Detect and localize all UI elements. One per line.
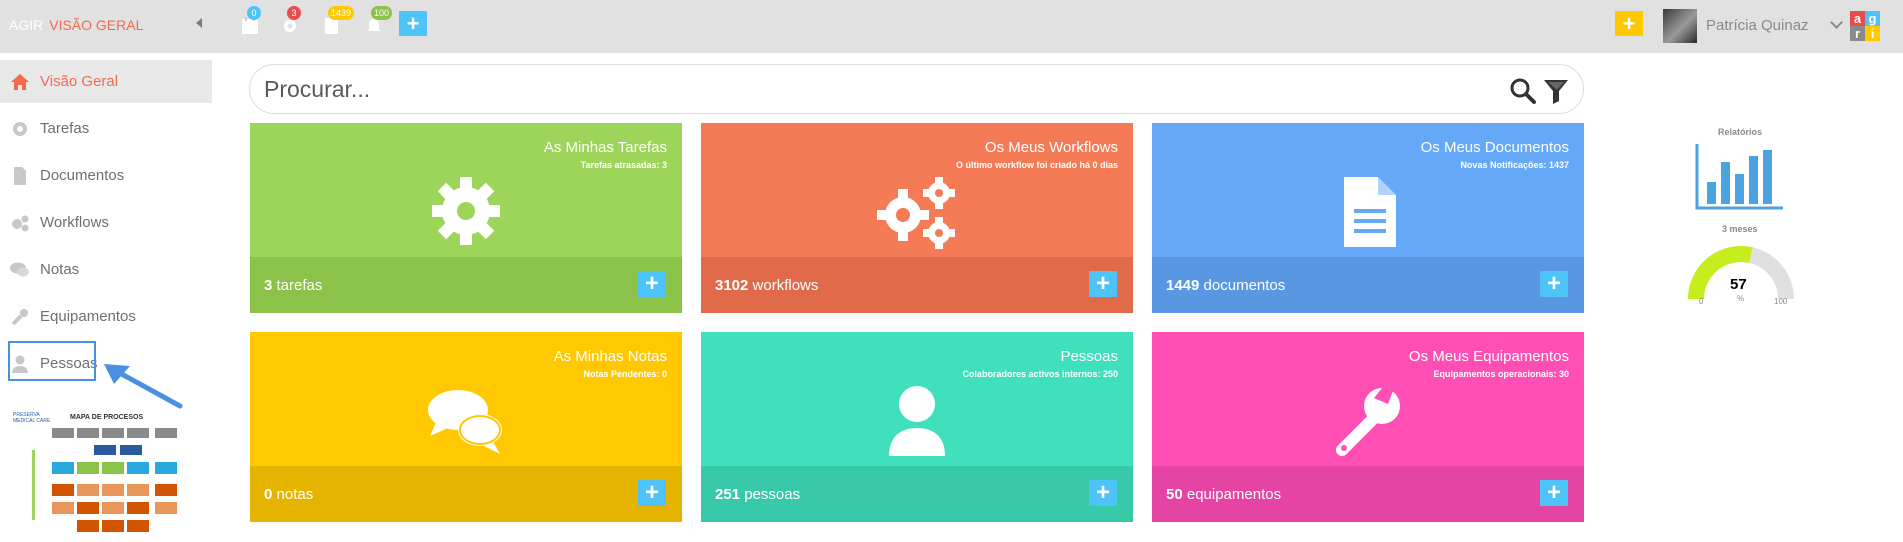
documents-badge: 1439 [328, 6, 355, 20]
gauge-value: 57 [1730, 276, 1747, 293]
tile-count: 0 notas [264, 486, 314, 503]
app-logo: a g r i [1847, 8, 1891, 44]
tile-header: As Minhas Tarefas Tarefas atrasadas: 3 [250, 123, 682, 257]
tile-count: 251 pessoas [715, 486, 801, 503]
tile-header: As Minhas Notas Notas Pendentes: 0 [250, 332, 682, 466]
tile-subtitle: Tarefas atrasadas: 3 [580, 160, 667, 170]
tile-title: Os Meus Equipamentos [1408, 348, 1569, 365]
add-tarefa-button[interactable]: + [638, 271, 666, 297]
search-icon[interactable] [1509, 77, 1537, 105]
gear-icon [13, 122, 27, 136]
tile-title: Os Meus Workflows [984, 139, 1118, 156]
tile-count: 3 tarefas [264, 277, 323, 294]
document-icon [14, 167, 26, 185]
reports-chart-icon[interactable] [1695, 142, 1785, 212]
tile-header: Os Meus Documentos Novas Notificações: 1… [1152, 123, 1584, 257]
add-nota-button[interactable]: + [638, 480, 666, 506]
tile-notas[interactable]: As Minhas Notas Notas Pendentes: 0 0 not… [250, 332, 682, 522]
wrench-icon [1336, 388, 1400, 456]
map-title: MAPA DE PROCESOS [70, 414, 144, 421]
tile-pessoas[interactable]: Pessoas Colaboradores activos internos: … [701, 332, 1133, 522]
chevron-down-icon[interactable] [1830, 16, 1843, 29]
top-bar: AGIR VISÃO GERAL 0 3 1439 100 + + Patríci… [0, 0, 1903, 53]
notifications-button[interactable]: 100 [363, 6, 393, 36]
sidebar-item-notas[interactable]: Notas [0, 248, 212, 291]
sidebar-item-tarefas[interactable]: Tarefas [0, 107, 212, 150]
add-button[interactable]: + [1615, 11, 1643, 36]
sidebar-item-equipamentos[interactable]: Equipamentos [0, 295, 212, 338]
gauge-unit: % [1737, 294, 1745, 303]
user-icon [889, 386, 945, 456]
documents-button[interactable]: 1439 [320, 6, 355, 36]
filter-icon[interactable] [1542, 77, 1570, 105]
period-label: 3 meses [1722, 224, 1758, 234]
tile-subtitle: Equipamentos operacionais: 30 [1433, 369, 1569, 379]
tile-header: Os Meus Equipamentos Equipamentos operac… [1152, 332, 1584, 466]
add-pessoa-button[interactable]: + [1089, 480, 1117, 506]
tile-count: 1449 documentos [1166, 277, 1286, 294]
tile-subtitle: O último workflow foi criado há 0 dias [955, 160, 1118, 170]
tile-title: As Minhas Tarefas [543, 139, 667, 156]
tile-title: As Minhas Notas [553, 348, 667, 365]
avatar[interactable] [1663, 9, 1697, 43]
quick-add-button[interactable]: + [399, 11, 427, 36]
gauge-min: 0 [1699, 297, 1704, 306]
tile-title: Os Meus Documentos [1420, 139, 1569, 156]
wrench-icon [11, 309, 28, 326]
tile-footer: 3 tarefas + [250, 257, 682, 313]
section-title: VISÃO GERAL [49, 17, 144, 33]
gears-icon [12, 215, 29, 232]
user-name[interactable]: Patrícia Quinaz [1706, 17, 1809, 34]
brand[interactable]: AGIR VISÃO GERAL [9, 17, 143, 33]
pointer-arrow-icon [104, 364, 183, 409]
tile-footer: 251 pessoas + [701, 466, 1133, 522]
calendar-button[interactable]: 0 [239, 6, 261, 36]
gauge-max: 100 [1774, 297, 1788, 306]
document-icon [1344, 177, 1396, 247]
highlight-box [8, 341, 96, 381]
search-input[interactable] [264, 75, 1464, 103]
notifications-badge: 100 [371, 6, 393, 20]
tile-header: Pessoas Colaboradores activos internos: … [701, 332, 1133, 466]
tile-footer: 3102 workflows + [701, 257, 1133, 313]
calendar-badge: 0 [247, 6, 261, 20]
tile-workflows[interactable]: Os Meus Workflows O último workflow foi … [701, 123, 1133, 313]
add-equipamento-button[interactable]: + [1540, 480, 1568, 506]
settings-badge: 3 [287, 6, 301, 20]
chat-icon [10, 262, 29, 277]
gear-icon [432, 177, 500, 245]
sidebar-item-visao-geral[interactable]: Visão Geral [0, 60, 212, 103]
tile-count: 50 equipamentos [1166, 486, 1282, 503]
tile-tarefas[interactable]: As Minhas Tarefas Tarefas atrasadas: 3 3… [250, 123, 682, 313]
reports-label: Relatórios [1718, 127, 1763, 137]
settings-button[interactable]: 3 [279, 6, 301, 36]
tile-footer: 1449 documentos + [1152, 257, 1584, 313]
tile-equipamentos[interactable]: Os Meus Equipamentos Equipamentos operac… [1152, 332, 1584, 522]
home-icon [11, 74, 29, 90]
sidebar-item-documentos[interactable]: Documentos [0, 154, 212, 197]
tile-title: Pessoas [1060, 348, 1118, 365]
tile-subtitle: Novas Notificações: 1437 [1460, 160, 1569, 170]
tile-count: 3102 workflows [715, 277, 819, 294]
tile-header: Os Meus Workflows O último workflow foi … [701, 123, 1133, 257]
add-workflow-button[interactable]: + [1089, 271, 1117, 297]
tile-footer: 0 notas + [250, 466, 682, 522]
app-name: AGIR [9, 17, 44, 33]
tile-documentos[interactable]: Os Meus Documentos Novas Notificações: 1… [1152, 123, 1584, 313]
collapse-sidebar-icon[interactable] [196, 18, 202, 28]
map-org: PRESERVA MEDICAL CARE [13, 412, 51, 424]
search-bar [249, 64, 1584, 114]
tile-subtitle: Notas Pendentes: 0 [583, 369, 667, 379]
tile-footer: 50 equipamentos + [1152, 466, 1584, 522]
sidebar-item-workflows[interactable]: Workflows [0, 201, 212, 244]
gears-icon [877, 177, 955, 249]
process-map-thumbnail[interactable]: PRESERVA MEDICAL CARE MAPA DE PROCESOS [10, 410, 185, 540]
tile-subtitle: Colaboradores activos internos: 250 [962, 369, 1118, 379]
add-documento-button[interactable]: + [1540, 271, 1568, 297]
chat-icon [428, 390, 502, 454]
